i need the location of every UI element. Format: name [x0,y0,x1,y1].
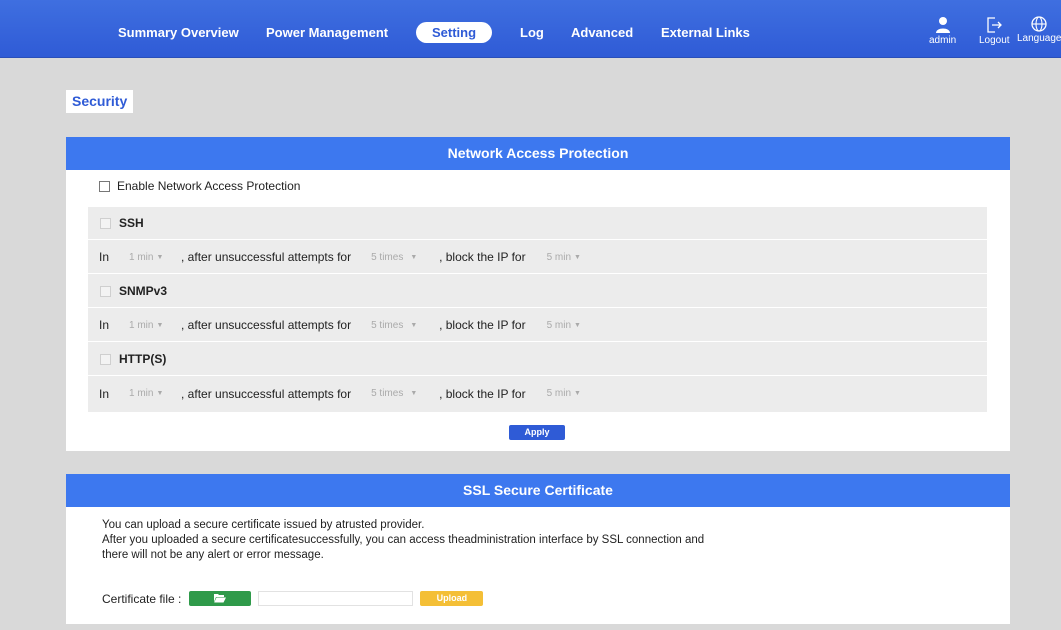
protocol-row-https: HTTP(S) [88,343,987,376]
chevron-down-icon: ▼ [410,253,418,261]
window-select[interactable]: 1 min ▼ [129,320,181,331]
ssl-description: You can upload a secure certificate issu… [102,518,704,563]
window-select[interactable]: 1 min ▼ [129,388,181,399]
top-nav-bar: Summary Overview Power Management Settin… [0,0,1061,58]
panel-title: SSL Secure Certificate [66,474,1010,507]
ssl-description-line: there will not be any alert or error mes… [102,549,324,561]
attempts-select[interactable]: 5 times ▼ [371,388,439,399]
certificate-file-row: Certificate file : Upload [102,591,484,606]
nav-external-links[interactable]: External Links [661,25,750,40]
user-icon [935,17,950,33]
in-label: In [99,386,110,401]
chevron-down-icon: ▼ [574,390,581,397]
window-select[interactable]: 1 min ▼ [129,252,181,263]
user-label: admin [929,35,957,46]
block-time-select[interactable]: 5 min ▼ [547,252,599,263]
chevron-down-icon: ▼ [156,321,164,329]
user-menu[interactable]: admin [929,16,956,46]
in-label: In [99,250,110,264]
folder-open-icon [214,594,227,603]
block-time-select[interactable]: 5 min ▼ [547,388,599,399]
protocol-row-snmpv3: SNMPv3 [88,275,987,308]
ssl-description-line: You can upload a secure certificate issu… [102,519,425,531]
section-tab-security[interactable]: Security [66,90,134,113]
language-label: Language [1017,33,1061,44]
panel-title: Network Access Protection [66,137,1010,170]
protocol-config-https: In 1 min ▼ , after unsuccessful attempts … [88,377,987,410]
language-button[interactable]: Language [1017,16,1061,44]
protocol-settings: SSH In 1 min ▼ , after unsuccessful attem… [88,207,987,412]
network-access-protection-panel: Network Access Protection Enable Network… [66,137,1010,451]
ssl-certificate-panel: SSL Secure Certificate You can upload a … [66,474,1010,624]
chevron-down-icon: ▼ [410,321,418,329]
protocol-config-snmpv3: In 1 min ▼ , after unsuccessful attempts … [88,309,987,342]
nav-advanced[interactable]: Advanced [571,25,633,40]
browse-file-button[interactable] [189,591,252,606]
block-label: , block the IP for [439,250,526,264]
block-label: , block the IP for [439,386,526,401]
ssl-description-line: After you uploaded a secure certificates… [102,534,705,546]
chevron-down-icon: ▼ [574,253,581,261]
after-label: , after unsuccessful attempts for [181,250,352,264]
chevron-down-icon: ▼ [410,390,418,397]
snmpv3-checkbox[interactable] [100,285,111,297]
upload-button[interactable]: Upload [420,591,484,606]
ssh-checkbox[interactable] [100,217,111,229]
protocol-row-ssh: SSH [88,207,987,240]
chevron-down-icon: ▼ [156,253,164,261]
after-label: , after unsuccessful attempts for [181,386,352,401]
globe-icon [1031,16,1047,32]
enable-nap-checkbox[interactable]: Enable Network Access Protection [99,179,300,193]
protocol-name: SNMPv3 [119,284,168,298]
nav-log[interactable]: Log [520,25,544,40]
block-time-select[interactable]: 5 min ▼ [547,320,599,331]
logout-icon [987,17,1003,33]
chevron-down-icon: ▼ [574,321,581,329]
certificate-file-field[interactable] [258,591,414,606]
in-label: In [99,318,110,332]
apply-button[interactable]: Apply [509,425,565,440]
https-checkbox[interactable] [100,353,111,365]
protocol-name: SSH [119,216,144,230]
nav-summary-overview[interactable]: Summary Overview [118,25,239,40]
nav-setting[interactable]: Setting [416,22,493,43]
checkbox[interactable] [99,180,110,192]
protocol-config-ssh: In 1 min ▼ , after unsuccessful attempts … [88,241,987,274]
attempts-select[interactable]: 5 times ▼ [371,252,439,263]
enable-nap-label: Enable Network Access Protection [117,179,301,193]
nav-power-management[interactable]: Power Management [266,25,388,40]
attempts-select[interactable]: 5 times ▼ [371,320,439,331]
logout-label: Logout [979,35,1010,46]
logout-button[interactable]: Logout [979,16,1010,46]
protocol-name: HTTP(S) [119,352,167,366]
certificate-file-label: Certificate file : [102,591,182,606]
chevron-down-icon: ▼ [156,390,164,397]
after-label: , after unsuccessful attempts for [181,318,352,332]
block-label: , block the IP for [439,318,526,332]
